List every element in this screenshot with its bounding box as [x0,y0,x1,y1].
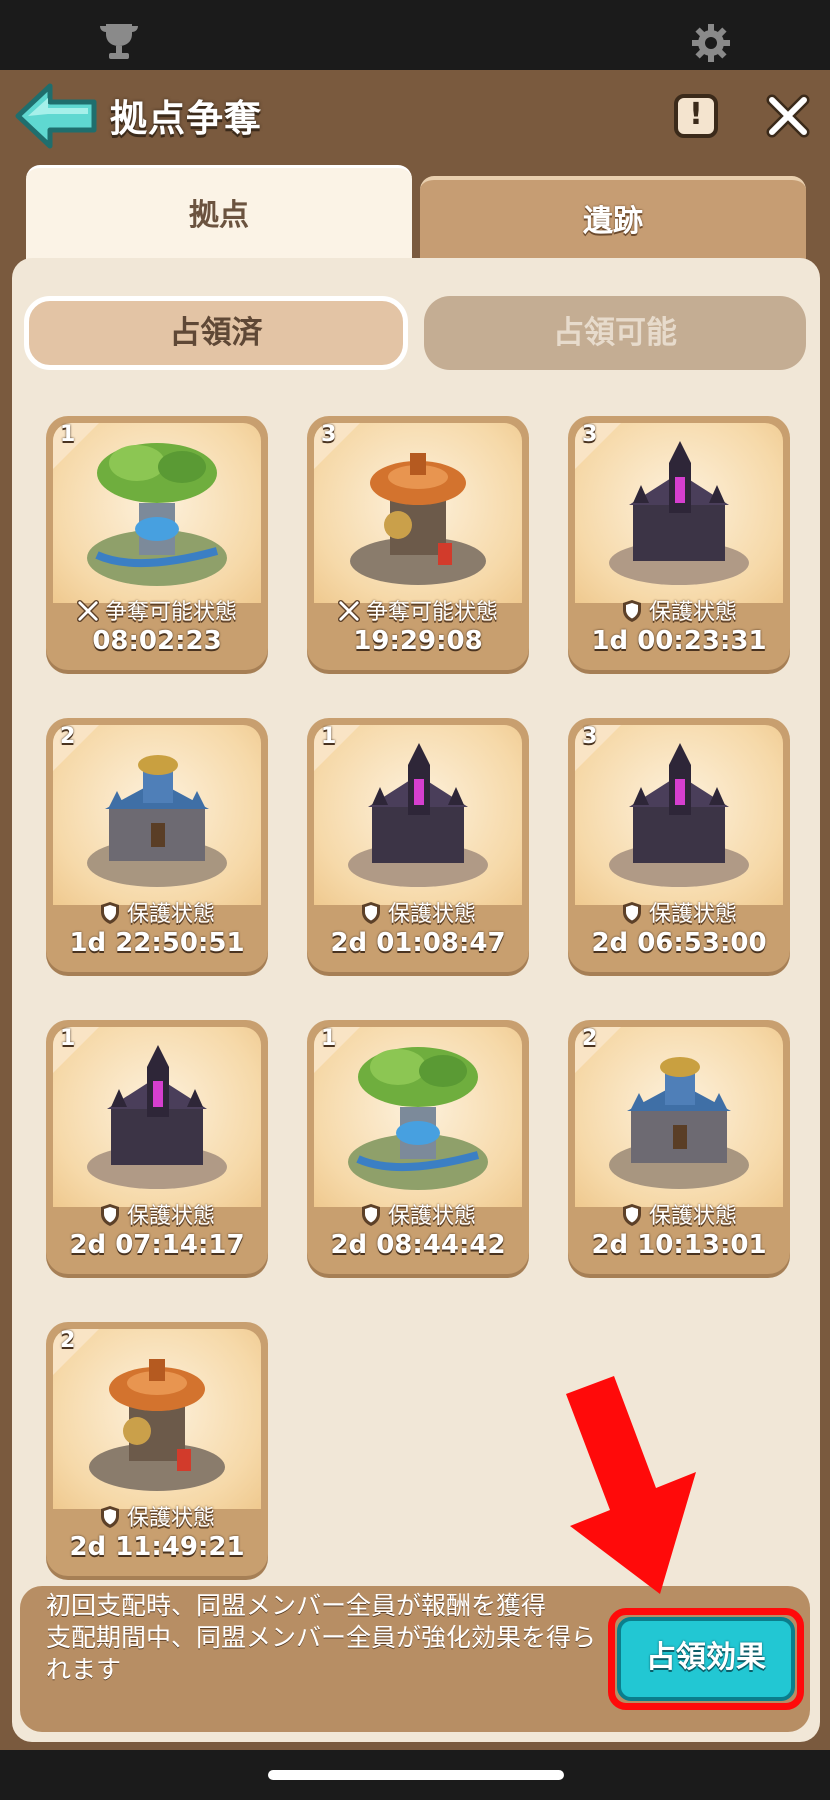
base-status: 保護状態 [46,1198,268,1230]
base-status-label: 保護状態 [648,1204,737,1229]
trophy-icon[interactable] [98,22,140,62]
base-level: 2 [582,1026,598,1051]
base-card[interactable]: 3 保護状態 2d 06:53:00 [568,718,790,972]
base-art [575,725,783,905]
page-title: 拠点争奪 [110,97,262,140]
base-level: 1 [321,1026,337,1051]
occupation-info-text: 初回支配時、同盟メンバー全員が報酬を獲得 支配期間中、同盟メンバー全員が強化効果… [46,1590,606,1686]
base-timer: 2d 11:49:21 [69,1532,245,1562]
base-art [53,1329,261,1509]
base-art [314,1027,522,1207]
base-building-image [87,1045,227,1189]
base-timer: 2d 10:13:01 [591,1230,767,1260]
subtab-occupiable[interactable]: 占領可能 [424,296,806,370]
base-status-label: 保護状態 [126,902,215,927]
base-card[interactable]: 3 争奪可能状態 19:29:08 [307,416,529,670]
occupation-effect-button[interactable]: 占領効果 [617,1617,795,1701]
base-art [575,1027,783,1207]
base-timer: 2d 01:08:47 [330,928,506,958]
base-art [314,423,522,603]
back-arrow-icon[interactable] [14,80,98,152]
crossed-swords-icon [76,600,105,625]
base-status-label: 争奪可能状態 [104,600,237,625]
base-timer: 1d 00:23:31 [591,626,767,656]
base-timer: 2d 06:53:00 [591,928,767,958]
base-level: 1 [321,724,337,749]
base-status-label: 保護状態 [387,902,476,927]
base-art [53,1027,261,1207]
crossed-swords-icon [337,600,366,625]
base-status-label: 保護状態 [126,1506,215,1531]
base-building-image [87,443,227,586]
base-status-label: 保護状態 [126,1204,215,1229]
base-status: 保護状態 [307,896,529,928]
base-level: 2 [60,1328,76,1353]
info-line-reward: 初回支配時、同盟メンバー全員が報酬を獲得 [46,1591,547,1620]
base-level: 2 [60,724,76,749]
base-building-image [87,755,227,887]
base-card[interactable]: 1 保護状態 2d 07:14:17 [46,1020,268,1274]
info-button[interactable]: ! [674,94,718,138]
shield-icon [99,1204,127,1229]
shield-icon [360,902,388,927]
base-status-label: 保護状態 [387,1204,476,1229]
base-card[interactable]: 2 保護状態 1d 22:50:51 [46,718,268,972]
tab-ruins[interactable]: 遺跡 [420,176,806,260]
shield-icon [99,902,127,927]
base-status: 保護状態 [46,896,268,928]
base-timer: 19:29:08 [353,626,483,656]
base-building-image [609,743,749,887]
base-status: 争奪可能状態 [307,594,529,626]
home-indicator[interactable] [268,1770,564,1780]
shield-icon [621,600,649,625]
base-status: 保護状態 [568,896,790,928]
base-building-image [609,441,749,585]
base-status-label: 保護状態 [648,600,737,625]
base-card[interactable]: 2 保護状態 2d 11:49:21 [46,1322,268,1576]
base-status: 保護状態 [46,1500,268,1532]
gear-icon[interactable] [690,22,732,64]
close-icon[interactable] [766,94,810,138]
top-bar [0,0,830,70]
base-level: 1 [60,1026,76,1051]
base-level: 3 [321,422,337,447]
base-timer: 08:02:23 [92,626,222,656]
base-card[interactable]: 1 保護状態 2d 08:44:42 [307,1020,529,1274]
base-building-image [609,1057,749,1189]
base-status: 保護状態 [568,1198,790,1230]
base-status-label: 保護状態 [648,902,737,927]
base-building-image [350,453,486,585]
base-building-image [348,1047,488,1190]
info-line-buff: 支配期間中、同盟メンバー全員が強化効果を得られます [46,1623,597,1684]
base-level: 3 [582,724,598,749]
shield-icon [621,902,649,927]
base-status: 争奪可能状態 [46,594,268,626]
shield-icon [360,1204,388,1229]
base-art [53,725,261,905]
pointer-arrow-icon [566,1376,696,1594]
base-card[interactable]: 3 保護状態 1d 00:23:31 [568,416,790,670]
base-card[interactable]: 2 保護状態 2d 10:13:01 [568,1020,790,1274]
base-status: 保護状態 [568,594,790,626]
base-art [53,423,261,603]
base-art [314,725,522,905]
base-building-image [89,1359,225,1491]
base-card[interactable]: 1 保護状態 2d 01:08:47 [307,718,529,972]
shield-icon [621,1204,649,1229]
base-timer: 1d 22:50:51 [69,928,245,958]
subtab-occupied[interactable]: 占領済 [24,296,408,370]
base-card[interactable]: 1 争奪可能状態 08:02:23 [46,416,268,670]
shield-icon [99,1506,127,1531]
base-status: 保護状態 [307,1198,529,1230]
base-status-label: 争奪可能状態 [365,600,498,625]
base-art [575,423,783,603]
base-level: 3 [582,422,598,447]
base-timer: 2d 08:44:42 [330,1230,506,1260]
base-level: 1 [60,422,76,447]
base-building-image [348,743,488,887]
base-timer: 2d 07:14:17 [69,1230,245,1260]
